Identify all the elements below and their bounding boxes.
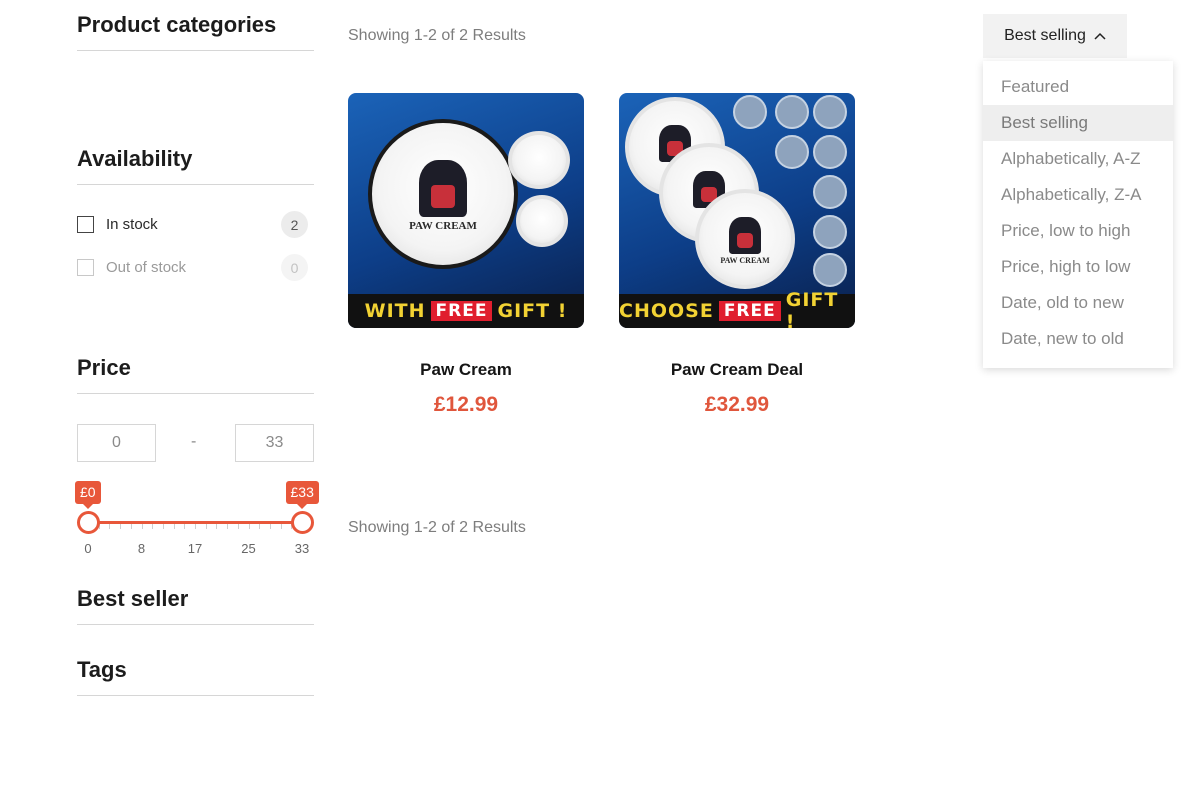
slider-tick-label: 8: [137, 541, 146, 556]
product-price: £32.99: [704, 393, 770, 416]
product-title[interactable]: Paw Cream: [348, 360, 584, 380]
price-min-input[interactable]: [77, 424, 156, 462]
small-tin-graphic: [516, 195, 568, 247]
tin-label: PAW CREAM: [720, 255, 770, 265]
availability-section: Availability: [77, 148, 314, 185]
out-of-stock-label: Out of stock: [106, 258, 187, 276]
price-range-slider[interactable]: 0 8 17 25 33 £0 £33: [75, 478, 319, 558]
slider-tick: [195, 524, 196, 529]
slider-tick: [184, 524, 186, 529]
sort-selected-label: Best selling: [1004, 27, 1086, 44]
tags-title[interactable]: Tags: [77, 659, 314, 696]
gift-option-icon: [733, 95, 767, 129]
dog-portrait-graphic: [418, 159, 468, 217]
best-seller-section: Best seller: [77, 588, 314, 625]
price-separator: -: [191, 433, 197, 450]
banner-text-before: CHOOSE: [619, 300, 714, 322]
product-card[interactable]: PAW CREAM CHOOSE FREE GIFT ! Paw Cream D…: [619, 93, 855, 417]
tags-section: Tags: [77, 659, 314, 696]
gift-option-icon: [813, 95, 847, 129]
out-of-stock-count-badge: 0: [281, 254, 308, 281]
slider-tick: [248, 524, 250, 529]
sort-option-alpha-za[interactable]: Alphabetically, Z-A: [983, 177, 1173, 213]
categories-title[interactable]: Product categories: [77, 14, 314, 51]
banner-text-after: GIFT !: [497, 300, 568, 322]
sort-option-price-low-high[interactable]: Price, low to high: [983, 213, 1173, 249]
slider-tick: [259, 524, 261, 529]
slider-tick: [237, 524, 239, 529]
price-max-bubble: £33: [285, 481, 319, 509]
product-price: £12.99: [433, 393, 499, 416]
gift-option-icon: [813, 135, 847, 169]
price-min-handle[interactable]: [76, 511, 100, 534]
chevron-up-icon: [1094, 29, 1106, 43]
results-count-bottom: Showing 1-2 of 2 Results: [348, 519, 526, 536]
slider-tick: [109, 524, 111, 529]
sort-option-best-selling[interactable]: Best selling: [983, 105, 1173, 141]
gift-option-icon: [813, 215, 847, 249]
sort-dropdown-menu: Featured Best selling Alphabetically, A-…: [983, 61, 1173, 368]
slider-tick-label: 17: [187, 541, 203, 556]
results-count-top: Showing 1-2 of 2 Results: [348, 27, 526, 44]
cream-tin-graphic: PAW CREAM: [368, 119, 518, 269]
product-image[interactable]: PAW CREAM WITH FREE GIFT !: [348, 93, 584, 328]
slider-tick: [216, 524, 218, 529]
categories-section: Product categories: [77, 14, 314, 51]
in-stock-checkbox[interactable]: [77, 215, 94, 233]
sort-option-date-old-new[interactable]: Date, old to new: [983, 285, 1173, 321]
tin-label: PAW CREAM: [409, 219, 477, 232]
product-card[interactable]: PAW CREAM WITH FREE GIFT ! Paw Cream £12…: [348, 93, 584, 417]
gift-option-icon: [775, 95, 809, 129]
cream-tin-graphic: PAW CREAM: [695, 189, 795, 289]
slider-tick: [162, 524, 164, 529]
availability-title[interactable]: Availability: [77, 148, 314, 185]
sort-option-price-high-low[interactable]: Price, high to low: [983, 249, 1173, 285]
filter-in-stock[interactable]: In stock 2: [77, 211, 314, 238]
product-banner: CHOOSE FREE GIFT !: [619, 289, 855, 328]
slider-tick: [130, 524, 132, 529]
price-max-handle[interactable]: [290, 511, 314, 534]
in-stock-label[interactable]: In stock: [106, 216, 158, 233]
price-min-bubble: £0: [75, 481, 101, 509]
slider-tick: [280, 524, 282, 529]
slider-tick-label: 33: [294, 541, 310, 556]
product-banner: WITH FREE GIFT !: [348, 294, 584, 328]
price-section: Price: [77, 357, 314, 394]
out-of-stock-checkbox: [77, 258, 94, 276]
slider-tick-label: 0: [84, 541, 92, 556]
sort-dropdown-button[interactable]: Best selling: [983, 14, 1127, 58]
slider-tick: [141, 524, 143, 529]
slider-tick: [269, 524, 271, 529]
banner-free: FREE: [718, 301, 781, 321]
slider-tick-label: 25: [241, 541, 256, 556]
open-tin-graphic: [508, 131, 570, 189]
sort-option-date-new-old[interactable]: Date, new to old: [983, 321, 1173, 357]
banner-text-before: WITH: [364, 300, 426, 322]
filter-out-of-stock: Out of stock 0: [77, 254, 314, 281]
slider-tick: [152, 524, 154, 529]
price-max-input[interactable]: [235, 424, 314, 462]
product-title[interactable]: Paw Cream Deal: [619, 360, 855, 380]
sort-option-alpha-az[interactable]: Alphabetically, A-Z: [983, 141, 1173, 177]
banner-free: FREE: [430, 301, 493, 321]
price-title[interactable]: Price: [77, 357, 314, 394]
gift-option-icon: [813, 253, 847, 287]
product-image[interactable]: PAW CREAM CHOOSE FREE GIFT !: [619, 93, 855, 328]
banner-text-after: GIFT !: [785, 289, 839, 328]
dog-portrait-graphic: [729, 216, 761, 254]
slider-tick: [120, 524, 122, 529]
gift-option-icon: [775, 135, 809, 169]
best-seller-title[interactable]: Best seller: [77, 588, 314, 625]
sort-option-featured[interactable]: Featured: [983, 69, 1173, 105]
slider-tick: [205, 524, 207, 529]
in-stock-count-badge: 2: [281, 211, 308, 238]
slider-tick: [173, 524, 175, 529]
slider-tick: [227, 524, 229, 529]
gift-option-icon: [813, 175, 847, 209]
